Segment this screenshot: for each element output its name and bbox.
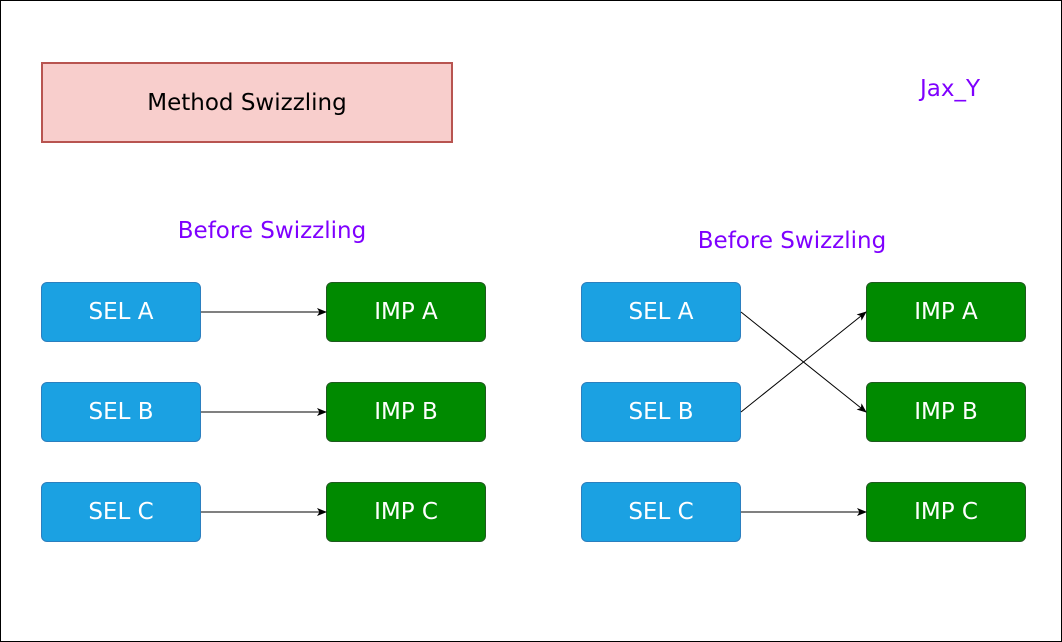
node-label: IMP C <box>374 499 438 525</box>
panel-right-heading: Before Swizzling <box>697 228 887 254</box>
panel-left-imp-a: IMP A <box>326 282 486 342</box>
title-box: Method Swizzling <box>41 62 453 143</box>
node-label: SEL B <box>628 399 694 425</box>
author-label: Jax_Y <box>919 76 981 102</box>
node-label: SEL C <box>628 499 694 525</box>
node-label: IMP C <box>914 499 978 525</box>
node-label: SEL A <box>628 299 694 325</box>
panel-right-imp-c: IMP C <box>866 482 1026 542</box>
panel-left-sel-b: SEL B <box>41 382 201 442</box>
panel-left-heading: Before Swizzling <box>177 218 367 244</box>
panel-left-sel-c: SEL C <box>41 482 201 542</box>
panel-left-imp-b: IMP B <box>326 382 486 442</box>
node-label: SEL C <box>88 499 154 525</box>
panel-left-sel-a: SEL A <box>41 282 201 342</box>
node-label: SEL B <box>88 399 154 425</box>
node-label: IMP A <box>374 299 438 325</box>
node-label: IMP B <box>914 399 978 425</box>
panel-right-imp-b: IMP B <box>866 382 1026 442</box>
panel-right-sel-b: SEL B <box>581 382 741 442</box>
node-label: IMP A <box>914 299 978 325</box>
panel-right-imp-a: IMP A <box>866 282 1026 342</box>
diagram-title: Method Swizzling <box>147 89 347 116</box>
node-label: IMP B <box>374 399 438 425</box>
panel-right-sel-a: SEL A <box>581 282 741 342</box>
panel-left-imp-c: IMP C <box>326 482 486 542</box>
node-label: SEL A <box>88 299 154 325</box>
panel-right-sel-c: SEL C <box>581 482 741 542</box>
